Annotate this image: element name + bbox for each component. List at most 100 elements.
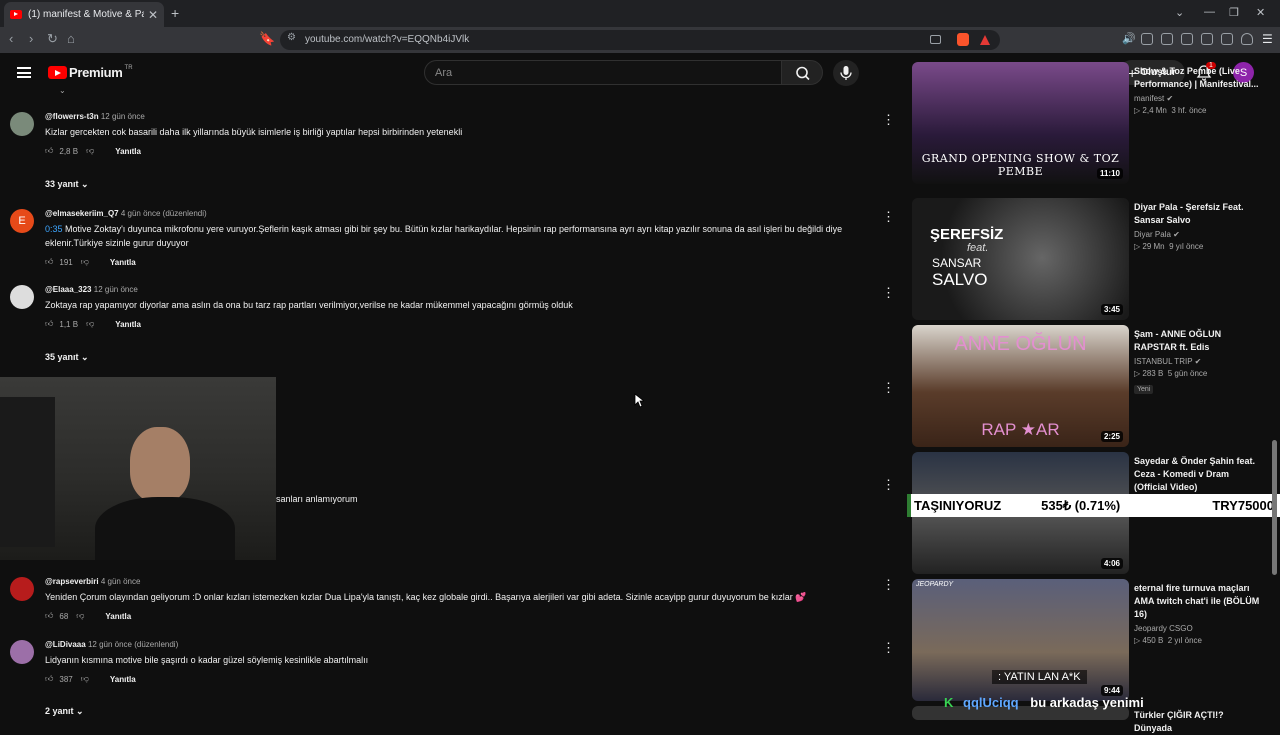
comment-time[interactable]: 4 gün önce (düzenlendi) bbox=[121, 209, 207, 218]
home-icon[interactable]: ⌂ bbox=[67, 31, 75, 46]
video-thumbnail[interactable]: ŞEREFSİZ feat. SANSAR SALVO 3:45 bbox=[912, 198, 1129, 320]
chat-user: qqlUciqq bbox=[963, 695, 1019, 710]
audio-playing-icon[interactable]: 🔊 bbox=[1122, 32, 1136, 45]
video-duration: 2:25 bbox=[1100, 431, 1123, 442]
view-replies-button[interactable]: 33 yanıt ⌄ bbox=[45, 179, 89, 190]
commenter-avatar[interactable] bbox=[10, 285, 34, 309]
comment-time[interactable]: 12 gün önce (düzenlendi) bbox=[88, 640, 178, 649]
microphone-icon bbox=[840, 66, 852, 80]
more-actions-icon[interactable]: ⋮ bbox=[882, 112, 895, 128]
like-icon[interactable]: 👍︎ bbox=[45, 611, 53, 621]
commenter-handle[interactable]: @rapseverbiri bbox=[45, 577, 99, 586]
comment-text-partial: sanları anlamıyorum bbox=[276, 494, 358, 504]
reply-button[interactable]: Yanıtla bbox=[105, 612, 131, 621]
video-card[interactable]: ANNE OĞLUN RAP ★AR 2:25 Şam - ANNE OĞLUN… bbox=[912, 325, 1272, 447]
more-actions-icon[interactable]: ⋮ bbox=[882, 209, 895, 225]
back-icon[interactable]: ‹ bbox=[9, 31, 13, 46]
page-scrollbar[interactable] bbox=[1272, 440, 1277, 575]
channel-name[interactable]: manifest bbox=[1134, 94, 1164, 103]
close-tab-icon[interactable]: ✕ bbox=[148, 8, 158, 22]
dislike-icon[interactable]: 👎︎ bbox=[76, 611, 84, 621]
ai-assistant-icon[interactable] bbox=[1221, 33, 1233, 45]
guide-menu-icon[interactable] bbox=[17, 67, 31, 78]
channel-name[interactable]: ISTANBUL TRIP bbox=[1134, 357, 1192, 366]
vpn-shield-icon[interactable] bbox=[1241, 33, 1253, 45]
minimize-icon[interactable]: — bbox=[1204, 6, 1215, 18]
like-icon[interactable]: 👍︎ bbox=[45, 319, 53, 329]
browser-tab[interactable]: (1) manifest & Motive & Pango ✕ bbox=[4, 2, 164, 27]
search-input[interactable]: Ara bbox=[424, 60, 782, 85]
more-actions-icon[interactable]: ⋮ bbox=[882, 380, 895, 396]
video-title[interactable]: Türkler ÇIĞIR AÇTI!? Dünyada bbox=[1134, 709, 1264, 735]
video-title[interactable]: Show & Toz Pembe (Live Performance) | Ma… bbox=[1134, 65, 1264, 91]
video-thumbnail[interactable]: ANNE OĞLUN RAP ★AR 2:25 bbox=[912, 325, 1129, 447]
video-title[interactable]: Diyar Pala - Şerefsiz Feat. Sansar Salvo bbox=[1134, 201, 1264, 227]
channel-name[interactable]: Diyar Pala bbox=[1134, 230, 1171, 239]
video-card[interactable]: GRAND OPENING SHOW & TOZ PEMBE 11:10 Sho… bbox=[912, 62, 1272, 184]
video-card[interactable]: JEOPARDY : YATIN LAN A*K 9:44 eternal fi… bbox=[912, 579, 1272, 701]
reply-button[interactable]: Yanıtla bbox=[115, 320, 141, 329]
dislike-icon[interactable]: 👎︎ bbox=[86, 319, 94, 329]
like-count: 191 bbox=[59, 257, 73, 267]
commenter-avatar[interactable]: E bbox=[10, 209, 34, 233]
view-replies-button[interactable]: 2 yanıt ⌄ bbox=[45, 706, 84, 717]
like-icon[interactable]: 👍︎ bbox=[45, 146, 53, 156]
comment-text: Yeniden Çorum olayından geliyorum :D onl… bbox=[45, 592, 807, 602]
commenter-handle[interactable]: @Elaaa_323 bbox=[45, 285, 92, 294]
video-thumbnail[interactable]: GRAND OPENING SHOW & TOZ PEMBE 11:10 bbox=[912, 62, 1129, 184]
comment-time[interactable]: 12 gün önce bbox=[101, 112, 145, 121]
reply-button[interactable]: Yanıtla bbox=[115, 147, 141, 156]
more-actions-icon[interactable]: ⋮ bbox=[882, 477, 895, 493]
comment-time[interactable]: 12 gün önce bbox=[94, 285, 138, 294]
commenter-handle[interactable]: @elmasekeriim_Q7 bbox=[45, 209, 119, 218]
video-title[interactable]: Şam - ANNE OĞLUN RAPSTAR ft. Edis bbox=[1134, 328, 1264, 354]
menu-icon[interactable]: ☰ bbox=[1262, 32, 1273, 46]
reload-icon[interactable]: ↻ bbox=[47, 31, 58, 47]
dislike-icon[interactable]: 👎︎ bbox=[81, 674, 89, 684]
commenter-handle[interactable]: @flowerrs-t3n bbox=[45, 112, 99, 121]
chevron-down-icon: ⌄ bbox=[76, 706, 84, 716]
video-thumbnail[interactable]: JEOPARDY : YATIN LAN A*K 9:44 bbox=[912, 579, 1129, 701]
search-button[interactable] bbox=[781, 60, 823, 85]
tab-search-icon[interactable]: ⌄ bbox=[1175, 6, 1184, 19]
wallet-icon[interactable] bbox=[1201, 33, 1213, 45]
youtube-logo[interactable]: Premium TR bbox=[48, 65, 133, 80]
dislike-icon[interactable]: 👎︎ bbox=[86, 146, 94, 156]
commenter-handle[interactable]: @LiDivaaa bbox=[45, 640, 86, 649]
comment-time[interactable]: 4 gün önce bbox=[101, 577, 141, 586]
commenter-avatar[interactable] bbox=[10, 112, 34, 136]
reply-button[interactable]: Yanıtla bbox=[110, 675, 136, 684]
extensions-icon[interactable] bbox=[1141, 33, 1153, 45]
voice-search-button[interactable] bbox=[833, 60, 859, 86]
rewards-icon[interactable] bbox=[980, 35, 990, 45]
url-text[interactable]: youtube.com/watch?v=EQQNb4iJVlk bbox=[305, 34, 469, 45]
reply-button[interactable]: Yanıtla bbox=[110, 258, 136, 267]
cast-icon[interactable] bbox=[930, 35, 941, 44]
more-actions-icon[interactable]: ⋮ bbox=[882, 577, 895, 593]
close-window-icon[interactable]: ✕ bbox=[1256, 6, 1265, 19]
site-info-icon[interactable]: ⚙ bbox=[287, 32, 296, 43]
video-timestamp-link[interactable]: 0:35 bbox=[45, 224, 63, 234]
channel-name[interactable]: Jeopardy CSGO bbox=[1134, 624, 1264, 633]
new-tab-button[interactable]: + bbox=[171, 5, 179, 21]
video-title[interactable]: eternal fire turnuva maçları AMA twitch … bbox=[1134, 582, 1264, 621]
commenter-avatar[interactable] bbox=[10, 640, 34, 664]
bookmark-icon[interactable]: 🔖 bbox=[259, 31, 275, 47]
omnibox[interactable]: ⚙ youtube.com/watch?v=EQQNb4iJVlk bbox=[280, 30, 1000, 50]
video-title[interactable]: Sayedar & Önder Şahin feat. Ceza - Komed… bbox=[1134, 455, 1264, 494]
like-icon[interactable]: 👍︎ bbox=[45, 257, 53, 267]
thumbnail-artist: SALVO bbox=[932, 270, 988, 289]
media-icon[interactable] bbox=[1161, 33, 1173, 45]
dislike-icon[interactable]: 👎︎ bbox=[81, 257, 89, 267]
view-replies-button[interactable]: 35 yanıt ⌄ bbox=[45, 352, 89, 363]
video-card[interactable]: ŞEREFSİZ feat. SANSAR SALVO 3:45 Diyar P… bbox=[912, 198, 1272, 320]
forward-icon[interactable]: › bbox=[29, 31, 33, 46]
maximize-icon[interactable]: ❐ bbox=[1229, 6, 1239, 19]
more-actions-icon[interactable]: ⋮ bbox=[882, 640, 895, 656]
brave-shield-icon[interactable] bbox=[957, 33, 969, 46]
video-age: 5 gün önce bbox=[1167, 369, 1208, 378]
commenter-avatar[interactable] bbox=[10, 577, 34, 601]
more-actions-icon[interactable]: ⋮ bbox=[882, 285, 895, 301]
like-icon[interactable]: 👍︎ bbox=[45, 674, 53, 684]
sidebar-toggle-icon[interactable] bbox=[1181, 33, 1193, 45]
